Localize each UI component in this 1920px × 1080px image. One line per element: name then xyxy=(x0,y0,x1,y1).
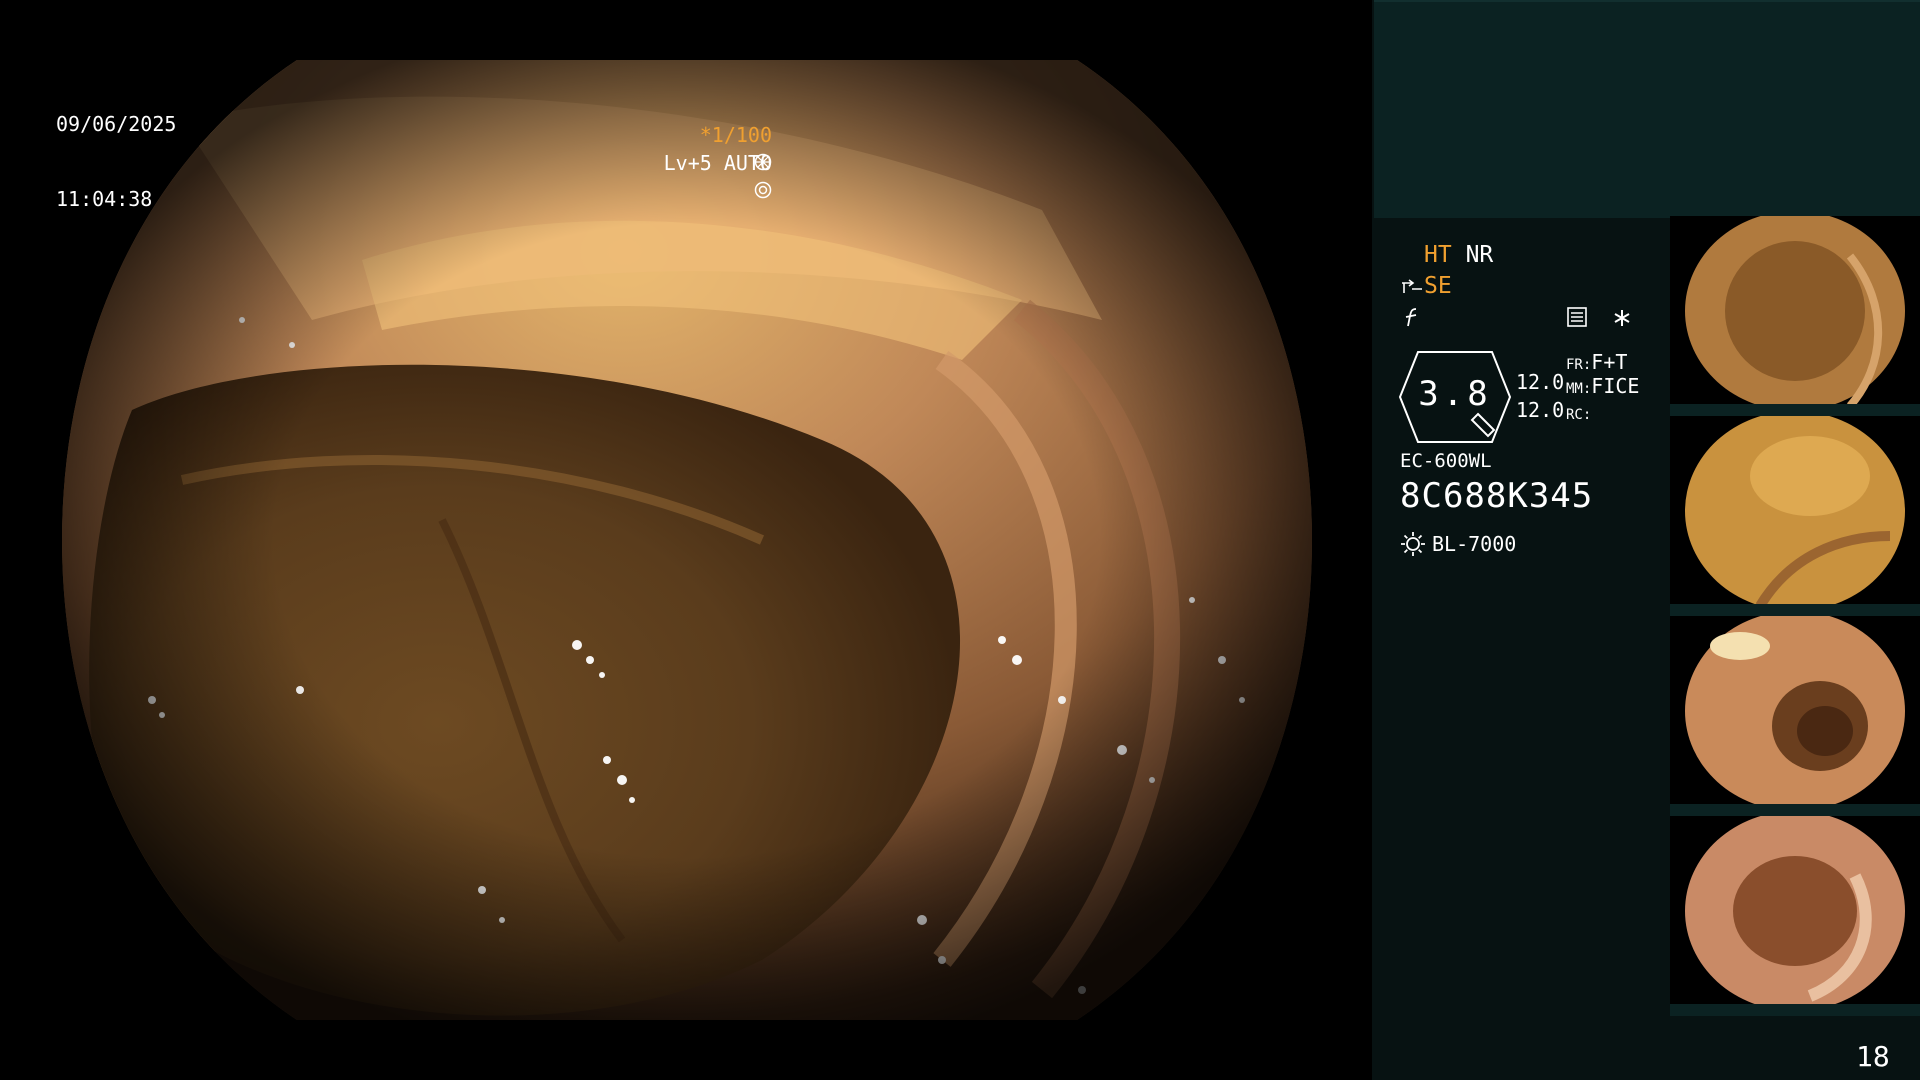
mm-value: FICE xyxy=(1591,374,1640,398)
mm-setting: MM:FICE xyxy=(1566,374,1639,398)
thumbnail-bar xyxy=(1670,404,1920,416)
capture-thumbnail[interactable] xyxy=(1670,816,1920,1016)
mm-label: MM: xyxy=(1566,381,1592,397)
scope-serial-number: 8C688K345 xyxy=(1400,476,1594,516)
misc-icon-group xyxy=(1566,306,1632,334)
thumbnail-bar xyxy=(1670,804,1920,816)
light-source-label: BL-7000 xyxy=(1432,531,1517,556)
thumbnail-bar xyxy=(1670,1004,1920,1016)
capture-thumbnail[interactable] xyxy=(1670,616,1920,816)
endoscopy-thumbnail-4 xyxy=(1685,816,1905,1011)
magnifier-icon xyxy=(1470,412,1496,438)
rc-setting: RC: xyxy=(1566,400,1591,424)
rc-label: RC: xyxy=(1566,407,1592,423)
zoom-sub-value-2: 12.0 xyxy=(1516,398,1565,422)
nr-label: NR xyxy=(1465,242,1494,268)
light-source-icon xyxy=(1401,531,1425,556)
endoscopy-thumbnail-2 xyxy=(1685,416,1905,611)
fr-setting: FR:F+T xyxy=(1566,350,1627,374)
scope-model: EC-600WL xyxy=(1400,450,1492,472)
zoom-sub-value-1: 12.0 xyxy=(1516,370,1565,394)
light-source-indicator: BL-7000 xyxy=(1400,530,1516,557)
function-icon xyxy=(1402,306,1422,334)
date-time-display: 09/06/2025 11:04:38 xyxy=(56,62,176,262)
se-label: SE xyxy=(1424,273,1452,299)
image-mode-indicator: HT NR xyxy=(1424,242,1493,268)
page-number: 18 xyxy=(1856,1040,1890,1073)
time-text: 11:04:38 xyxy=(56,187,153,211)
fr-value: F+T xyxy=(1591,350,1628,374)
asterisk-icon xyxy=(1614,310,1630,326)
zoom-value: 3.8 xyxy=(1418,374,1492,414)
ht-label: HT xyxy=(1424,242,1452,268)
capture-thumbnail[interactable] xyxy=(1670,216,1920,416)
brightness-level-indicator: Lv+5 AUTO xyxy=(615,126,772,226)
level-text: Lv+5 AUTO xyxy=(663,151,772,175)
panel-top-area xyxy=(1374,0,1920,218)
memory-icon xyxy=(1567,307,1587,327)
endoscopy-thumbnail-1 xyxy=(1685,216,1905,411)
date-text: 09/06/2025 xyxy=(56,112,177,136)
structure-enhancement-indicator: SE xyxy=(1400,273,1452,299)
auto-iris-icon xyxy=(754,181,772,198)
structure-enhance-icon xyxy=(1402,278,1422,293)
fr-label: FR: xyxy=(1566,357,1592,373)
capture-thumbnail[interactable] xyxy=(1670,416,1920,616)
thumbnail-bar xyxy=(1670,604,1920,616)
freeze-icon xyxy=(1405,308,1417,327)
endoscopy-thumbnail-3 xyxy=(1685,616,1905,811)
endoscope-main-view: 09/06/2025 11:04:38 *1/100 Lv+5 AUTO xyxy=(0,0,1372,1080)
